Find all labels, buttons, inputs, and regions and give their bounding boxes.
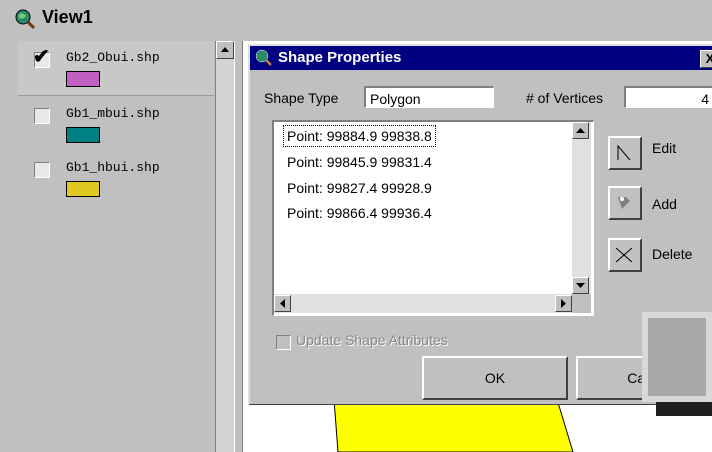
vertex-list-horizontal-scrollbar[interactable] bbox=[274, 294, 572, 313]
legend-item-gb1-mbui[interactable]: Gb1_mbui.shp bbox=[18, 97, 214, 151]
arrow-right-icon bbox=[561, 299, 566, 308]
dialog-title-bar[interactable]: Shape Properties X bbox=[250, 46, 712, 70]
vertex-listbox[interactable]: Point: 99884.9 99838.8 Point: 99845.9 99… bbox=[272, 120, 594, 316]
add-label: Add bbox=[652, 196, 677, 212]
update-attributes-label: Update Shape Attributes bbox=[296, 332, 448, 348]
legend-scrollbar[interactable] bbox=[215, 41, 234, 452]
vertex-list-item[interactable]: Point: 99884.9 99838.8 bbox=[283, 125, 436, 147]
layer-name: Gb1_mbui.shp bbox=[66, 106, 160, 121]
layer-color-swatch bbox=[66, 181, 100, 197]
scroll-up-button[interactable] bbox=[216, 41, 234, 59]
globe-magnifier-icon bbox=[255, 49, 272, 66]
edit-vertex-icon bbox=[617, 144, 631, 161]
legend-item-gb1-hbui[interactable]: Gb1_hbui.shp bbox=[18, 151, 214, 205]
arrow-left-icon bbox=[280, 299, 285, 308]
arrow-down-icon bbox=[576, 283, 585, 288]
drag-overlay-shadow bbox=[656, 402, 712, 416]
checkmark-icon: ✔ bbox=[33, 46, 50, 68]
delete-vertex-icon bbox=[615, 247, 633, 263]
arrow-up-icon bbox=[221, 47, 229, 52]
vertex-list-vertical-scrollbar[interactable] bbox=[572, 122, 591, 294]
legend-list: ✔ Gb2_Obui.shp Gb1_mbui.shp Gb1_hbui.shp bbox=[18, 41, 214, 452]
scrollbar-corner bbox=[572, 294, 591, 313]
add-vertex-icon bbox=[618, 197, 630, 209]
edit-button[interactable] bbox=[608, 136, 642, 170]
vertices-field[interactable]: 4 bbox=[624, 86, 712, 108]
layer-visibility-checkbox[interactable] bbox=[34, 162, 50, 178]
scroll-up-button[interactable] bbox=[572, 122, 589, 139]
legend-item-gb2-obui[interactable]: ✔ Gb2_Obui.shp bbox=[18, 41, 214, 96]
layer-visibility-checkbox[interactable]: ✔ bbox=[33, 47, 50, 68]
scroll-right-button[interactable] bbox=[555, 295, 572, 312]
arrow-up-icon bbox=[576, 128, 585, 133]
shape-type-label: Shape Type bbox=[264, 90, 339, 106]
shape-type-field[interactable]: Polygon bbox=[364, 86, 494, 108]
close-button[interactable]: X bbox=[700, 50, 712, 68]
layer-color-swatch bbox=[66, 127, 100, 143]
globe-magnifier-icon bbox=[15, 9, 36, 30]
layer-name: Gb1_hbui.shp bbox=[66, 160, 160, 175]
update-attributes-checkbox[interactable] bbox=[276, 335, 291, 350]
legend-panel: ✔ Gb2_Obui.shp Gb1_mbui.shp Gb1_hbui.shp bbox=[18, 41, 235, 452]
vertex-list-item[interactable]: Point: 99845.9 99831.4 bbox=[284, 152, 435, 172]
layer-visibility-checkbox[interactable] bbox=[34, 108, 50, 124]
delete-label: Delete bbox=[652, 246, 693, 262]
window-title-bar: View1 bbox=[0, 0, 712, 36]
drag-overlay-box bbox=[642, 312, 712, 402]
vertices-label: # of Vertices bbox=[526, 90, 604, 106]
dialog-title: Shape Properties bbox=[278, 49, 402, 66]
edit-label: Edit bbox=[652, 140, 677, 156]
delete-button[interactable] bbox=[608, 238, 642, 272]
vertex-list-item[interactable]: Point: 99827.4 99928.9 bbox=[284, 178, 435, 198]
ok-button[interactable]: OK bbox=[422, 356, 568, 400]
layer-name: Gb2_Obui.shp bbox=[66, 50, 160, 65]
vertex-list-item[interactable]: Point: 99866.4 99936.4 bbox=[284, 203, 435, 223]
window-title: View1 bbox=[42, 7, 93, 27]
scroll-down-button[interactable] bbox=[572, 277, 589, 294]
layer-color-swatch bbox=[66, 71, 100, 87]
add-button[interactable] bbox=[608, 186, 642, 220]
scroll-left-button[interactable] bbox=[274, 295, 291, 312]
